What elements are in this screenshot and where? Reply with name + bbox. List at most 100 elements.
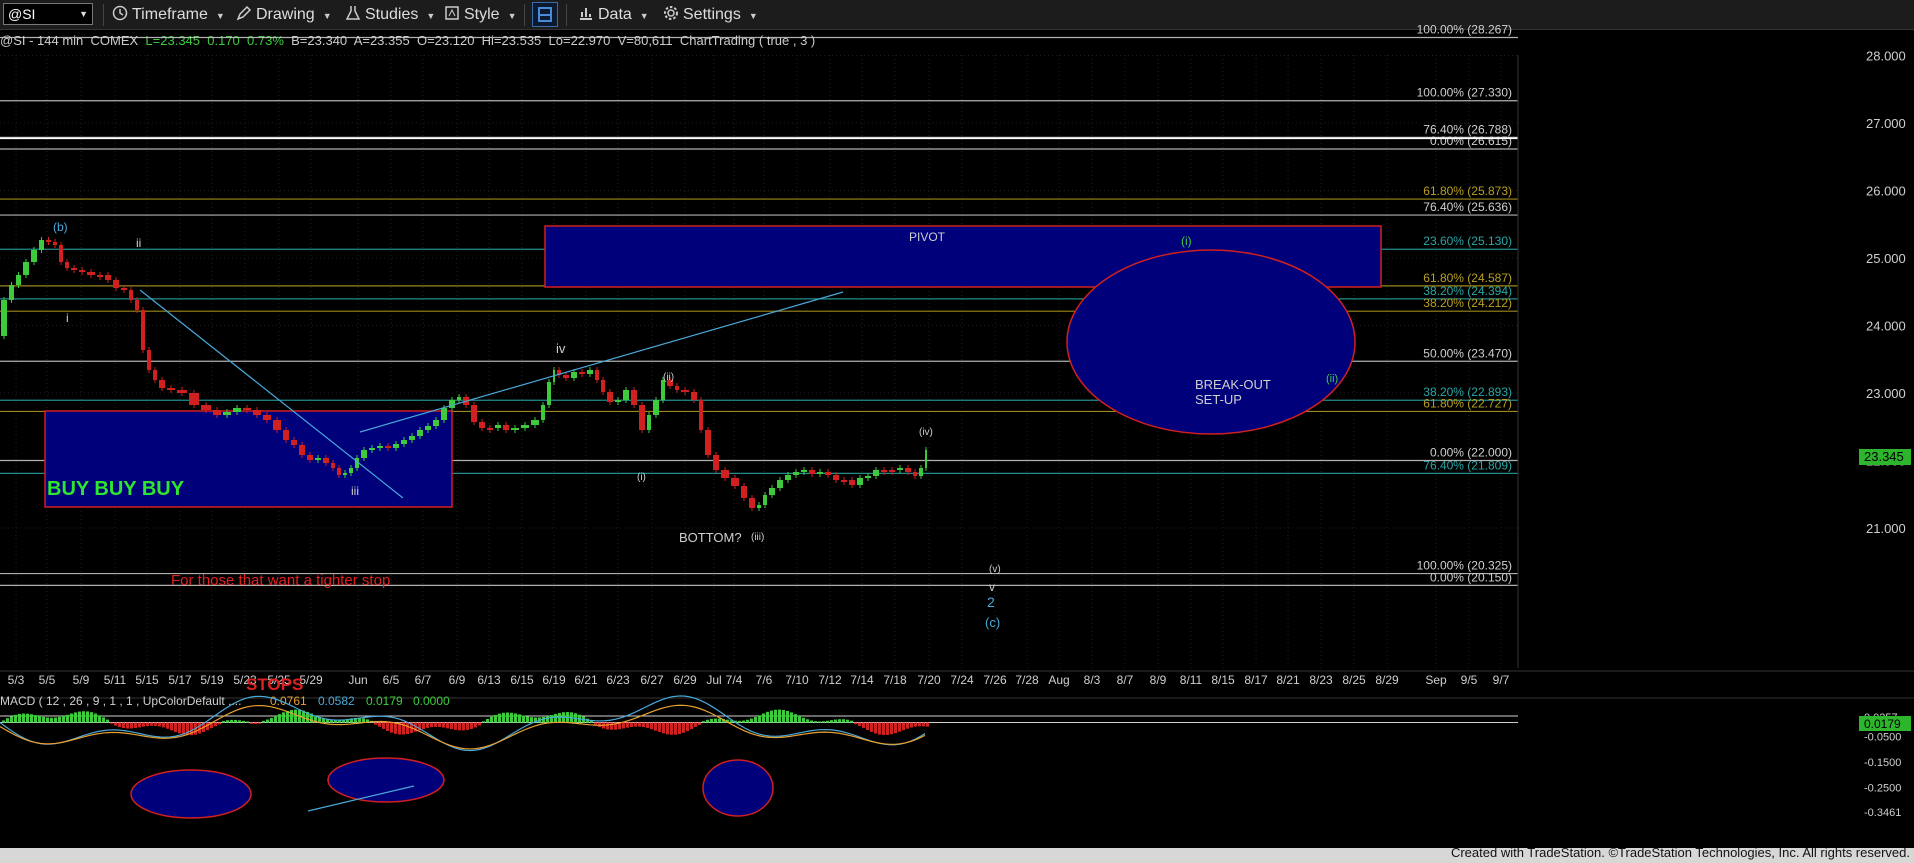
- fib-label: 61.80% (22.727): [1423, 396, 1512, 410]
- macd-histogram-bar: [842, 719, 845, 723]
- candle: [177, 390, 187, 393]
- candle: [385, 446, 391, 448]
- candle: [307, 455, 313, 460]
- macd-histogram-bar: [62, 715, 65, 723]
- macd-histogram-bar: [26, 713, 29, 723]
- candle: [691, 392, 697, 400]
- pivot-label: PIVOT: [909, 230, 946, 244]
- macd-histogram-bar: [254, 722, 257, 724]
- x-axis-label: 7/20: [917, 673, 941, 687]
- fib-label: 0.00% (20.150): [1430, 570, 1512, 584]
- price-chart[interactable]: 5/3 5/5 5/9 5/11 5/15 5/17 5/19 5/23 5/25 5/29 Jun…: [0, 0, 1914, 848]
- macd-histogram-bar: [654, 722, 657, 731]
- x-axis-label: 8/11: [1180, 673, 1203, 687]
- macd-histogram-bar: [686, 722, 689, 732]
- price-axis-label: 25.000: [1866, 251, 1906, 266]
- macd-histogram-bar: [374, 722, 377, 725]
- macd-histogram-bar: [914, 722, 917, 727]
- candle: [881, 470, 887, 472]
- macd-histogram-bar: [870, 722, 873, 732]
- macd-histogram-bar: [754, 717, 757, 723]
- candle: [113, 280, 119, 288]
- x-axis-label: 5/5: [39, 673, 56, 687]
- macd-histogram-bar: [482, 721, 485, 723]
- candle: [873, 470, 879, 476]
- macd-histogram-bar: [906, 722, 909, 729]
- macd-value: 0.0582: [318, 694, 355, 708]
- macd-histogram-bar: [466, 722, 469, 730]
- candle: [833, 475, 839, 480]
- macd-histogram-bar: [522, 715, 525, 723]
- macd-histogram-bar: [646, 722, 649, 728]
- x-axis-label: 6/7: [415, 673, 432, 687]
- x-axis-label: 7/6: [756, 673, 773, 687]
- macd-histogram-bar: [706, 719, 709, 723]
- candle: [825, 472, 831, 475]
- macd-histogram-bar: [102, 717, 105, 723]
- macd-histogram-bar: [10, 716, 13, 723]
- macd-histogram-bar: [866, 722, 869, 731]
- macd-histogram-bar: [814, 721, 817, 723]
- candle: [377, 446, 383, 448]
- macd-histogram-bar: [442, 722, 445, 728]
- macd-histogram-bar: [638, 722, 641, 727]
- macd-histogram-bar: [238, 720, 241, 723]
- macd-histogram-bar: [138, 722, 141, 728]
- macd-histogram-bar: [766, 711, 769, 723]
- macd-histogram-bar: [50, 717, 53, 723]
- macd-histogram-bar: [82, 711, 85, 723]
- macd-current-value: 0.0179: [1864, 717, 1901, 731]
- macd-histogram-bar: [882, 722, 885, 736]
- candle: [849, 480, 855, 485]
- macd-histogram-bar: [382, 722, 385, 729]
- macd-histogram-bar: [282, 712, 285, 723]
- macd-histogram-bar: [826, 720, 829, 723]
- macd-histogram-bar: [222, 721, 225, 723]
- x-axis-label: 7/12: [818, 673, 842, 687]
- candle: [31, 250, 37, 262]
- macd-histogram-bar: [454, 722, 457, 730]
- candle: [661, 380, 665, 400]
- candle: [263, 415, 271, 420]
- candle: [9, 285, 14, 300]
- candle: [1, 300, 7, 336]
- candle: [273, 420, 281, 430]
- macd-histogram-bar: [58, 716, 61, 723]
- setup-label: SET-UP: [1195, 392, 1242, 407]
- macd-histogram-bar: [142, 722, 145, 727]
- x-axis-label: 8/23: [1309, 673, 1333, 687]
- macd-histogram-bar: [746, 719, 749, 723]
- x-axis-label: 6/9: [449, 673, 466, 687]
- footer-copyright: Created with TradeStation. ©TradeStation…: [1450, 845, 1910, 860]
- macd-histogram-bar: [874, 722, 877, 734]
- candle: [97, 275, 103, 277]
- candle: [223, 412, 231, 415]
- macd-histogram-bar: [150, 722, 153, 726]
- macd-histogram-bar: [446, 722, 449, 729]
- macd-histogram-bar: [434, 722, 437, 727]
- candle: [71, 268, 77, 270]
- candle: [587, 370, 593, 374]
- macd-histogram-bar: [94, 713, 97, 723]
- wave-label: (ii): [663, 372, 674, 383]
- wave-label: (v): [989, 564, 1001, 575]
- candle: [417, 430, 423, 436]
- macd-histogram-bar: [698, 722, 701, 725]
- macd-histogram-bar: [530, 717, 533, 723]
- candle: [23, 262, 29, 275]
- macd-histogram-bar: [710, 718, 713, 723]
- macd-histogram-bar: [2, 720, 5, 723]
- macd-histogram-bar: [714, 718, 717, 723]
- fib-label: 100.00% (28.267): [1417, 22, 1512, 36]
- macd-histogram-bar: [610, 722, 613, 730]
- candle: [521, 425, 529, 428]
- candle: [121, 288, 127, 290]
- macd-histogram-bar: [182, 722, 185, 735]
- candle: [433, 420, 439, 426]
- wave-label: 2: [987, 594, 995, 610]
- candle: [647, 415, 651, 430]
- candle: [681, 390, 689, 392]
- macd-histogram-bar: [550, 715, 553, 723]
- candle: [607, 392, 613, 402]
- macd-histogram-bar: [146, 722, 149, 727]
